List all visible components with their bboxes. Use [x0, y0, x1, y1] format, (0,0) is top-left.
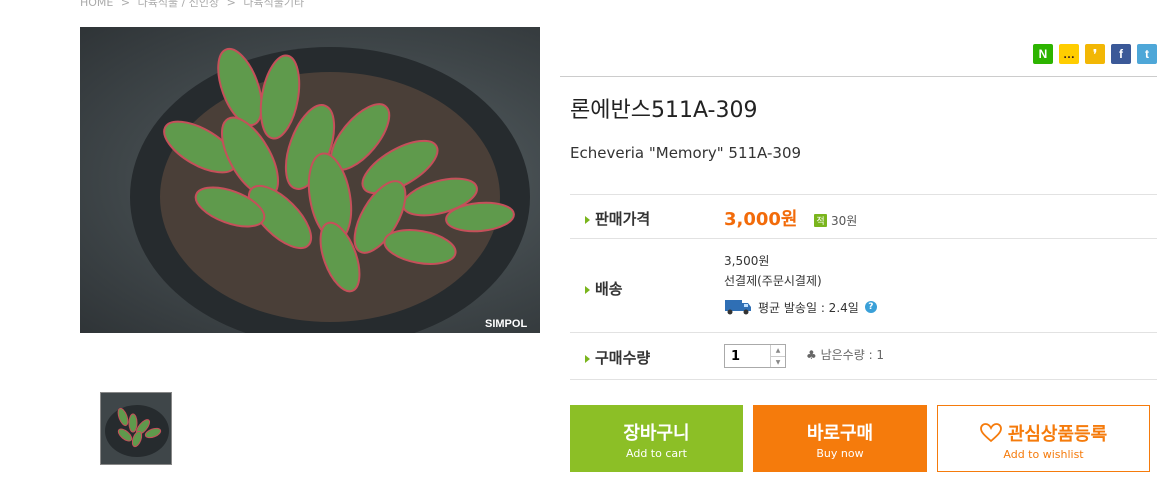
product-title: 론에반스511A-309 — [570, 98, 758, 123]
buy-sublabel: Buy now — [816, 447, 864, 460]
wish-sublabel: Add to wishlist — [1003, 448, 1084, 461]
add-to-wishlist-button[interactable]: 관심상품등록 Add to wishlist — [937, 405, 1150, 472]
quantity-input[interactable] — [725, 345, 771, 367]
point-value: 30원 — [831, 214, 858, 228]
breadcrumb-category[interactable]: 다육식물 / 선인장 — [138, 0, 220, 9]
heart-icon — [979, 423, 1002, 443]
product-subtitle: Echeveria "Memory" 511A-309 — [570, 144, 802, 162]
buy-now-button[interactable]: 바로구매 Buy now — [753, 405, 927, 472]
divider — [570, 238, 1157, 239]
buy-label: 바로구매 — [806, 423, 874, 444]
avg-shipping: 평균 발송일 : 2.4일 ? — [724, 298, 877, 316]
quantity-label: 구매수량 — [585, 347, 650, 368]
cart-sublabel: Add to cart — [626, 447, 687, 460]
shipping-fee: 3,500원 — [724, 254, 770, 268]
point-icon: 적 — [814, 214, 827, 227]
stepper-buttons: ▲ ▼ — [770, 345, 785, 367]
increment-button[interactable]: ▲ — [771, 345, 785, 357]
thumbnail-photo — [105, 405, 169, 457]
arrow-icon — [585, 354, 590, 363]
arrow-icon — [585, 285, 590, 294]
price-label: 판매가격 — [585, 208, 650, 229]
wish-label: 관심상품등록 — [1007, 424, 1108, 445]
avg-shipping-text: 평균 발송일 : 2.4일 — [758, 300, 859, 315]
price-value: 3,000원 — [724, 209, 798, 230]
decrement-button[interactable]: ▼ — [771, 357, 785, 368]
arrow-icon — [585, 215, 590, 224]
remaining-stock: ♣ 남은수량 : 1 — [806, 348, 885, 362]
divider — [570, 332, 1157, 333]
breadcrumb-separator: > — [226, 0, 236, 9]
twitter-icon[interactable]: t — [1137, 44, 1157, 64]
breadcrumb-separator: > — [120, 0, 131, 9]
kakaostory-icon[interactable]: ❜ — [1085, 44, 1105, 64]
product-thumbnail[interactable] — [100, 392, 172, 465]
home-link[interactable]: HOME — [80, 0, 113, 9]
naver-icon[interactable]: N — [1033, 44, 1053, 64]
help-icon[interactable]: ? — [864, 301, 877, 313]
shipping-label: 배송 — [585, 278, 623, 299]
divider — [560, 76, 1157, 77]
succulent-photo: SIMPOL — [130, 47, 530, 333]
breadcrumb: HOME > 다육식물 / 선인장 > 다육식물기타 — [80, 0, 308, 10]
facebook-icon[interactable]: f — [1111, 44, 1131, 64]
cart-label: 장바구니 — [623, 423, 690, 444]
truck-icon — [725, 300, 751, 315]
shipping-method: 선결제(주문시결제) — [724, 274, 822, 288]
quantity-stepper: ▲ ▼ — [724, 344, 786, 368]
point-info: 적 30원 — [814, 212, 857, 229]
share-icons: N … ❜ f t — [1033, 44, 1157, 64]
divider — [570, 379, 1157, 380]
kakaotalk-icon[interactable]: … — [1059, 44, 1079, 64]
club-icon: ♣ — [806, 348, 817, 362]
breadcrumb-subcategory[interactable]: 다육식물기타 — [243, 0, 304, 9]
watermark-text: SIMPOL — [485, 318, 527, 330]
add-to-cart-button[interactable]: 장바구니 Add to cart — [570, 405, 743, 472]
product-main-image: SIMPOL — [80, 27, 540, 333]
divider — [570, 194, 1157, 195]
